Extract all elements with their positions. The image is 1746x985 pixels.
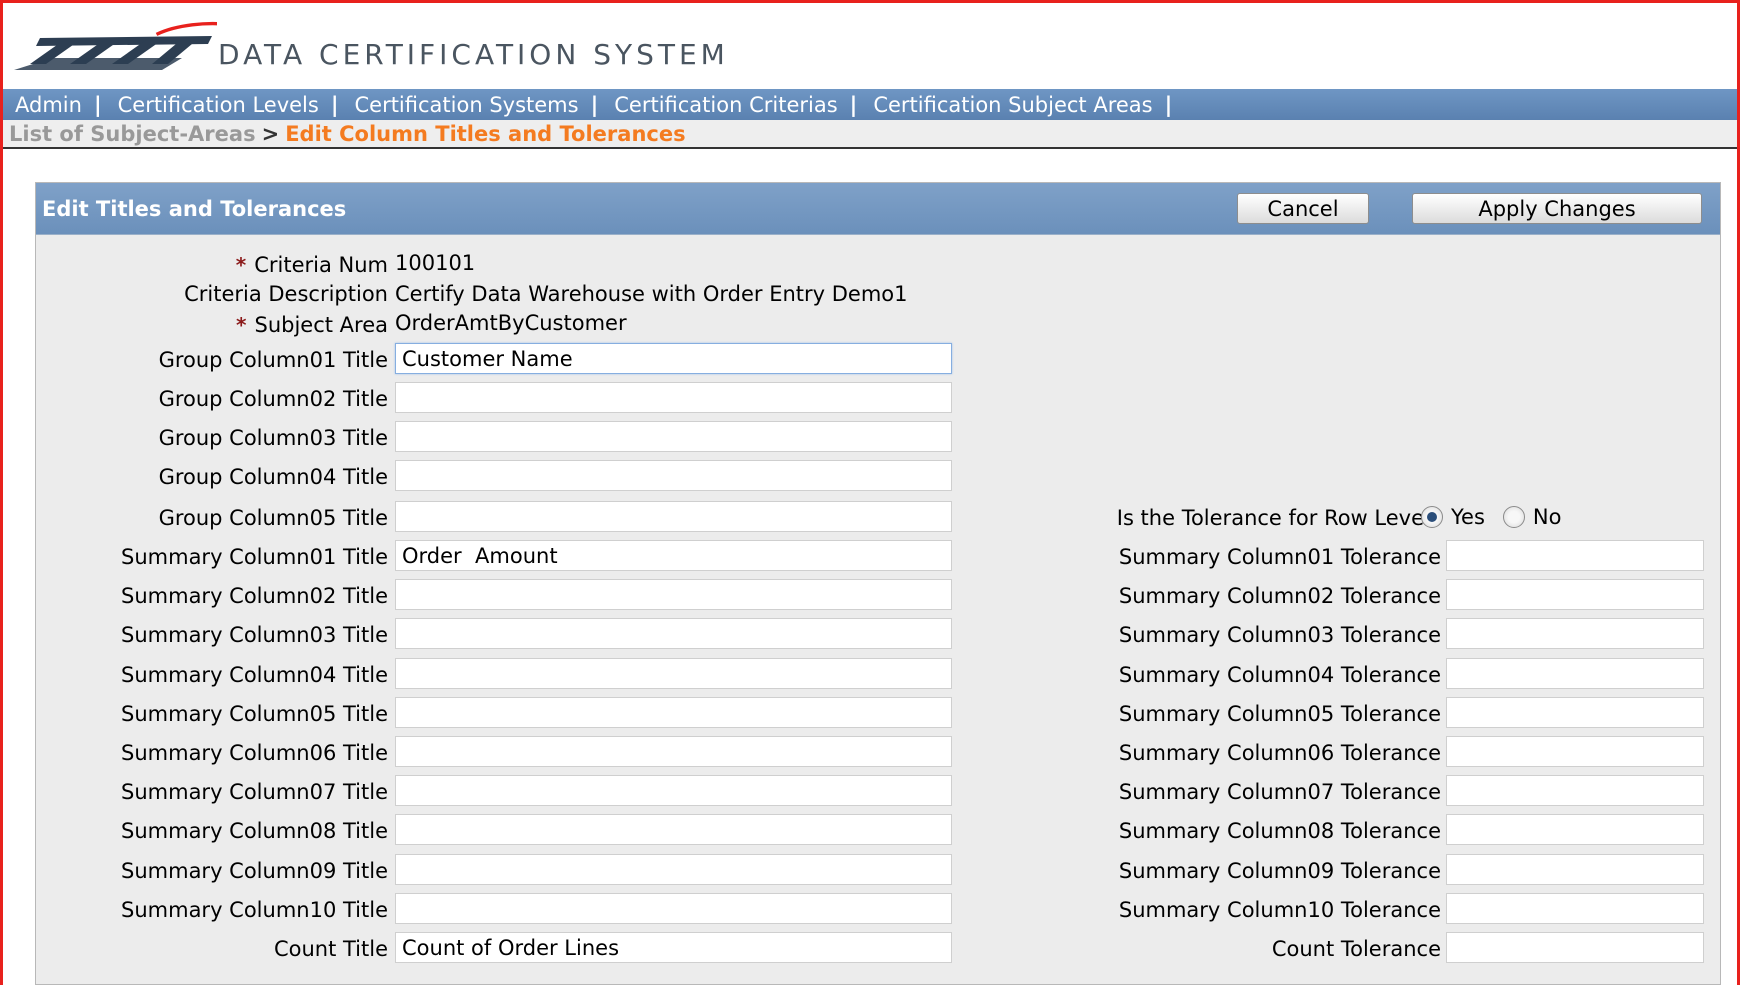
summary-column08-input[interactable] <box>395 814 952 846</box>
summary-column07-label: Summary Column07 Title <box>121 780 388 805</box>
subject-area-value: OrderAmtByCustomer <box>395 311 627 335</box>
row-level-yes-label: Yes <box>1451 505 1485 529</box>
group-column05-label: Group Column05 Title <box>158 506 388 530</box>
summary-column02-tolerance-input[interactable] <box>1446 579 1704 611</box>
summary-column06-input[interactable] <box>395 736 952 767</box>
dcs-logo <box>14 21 217 70</box>
criteria-num-label: * Criteria Num <box>235 253 388 277</box>
nav-separator: | <box>330 92 339 117</box>
summary-column04-tolerance-label: Summary Column04 Tolerance <box>1118 662 1441 687</box>
summary-column10-tolerance-label: Summary Column10 Tolerance <box>1118 897 1441 922</box>
breadcrumb-current: Edit Column Titles and Tolerances <box>285 121 686 146</box>
summary-column04-input[interactable] <box>395 657 952 689</box>
subject-area-label: * Subject Area <box>236 313 388 337</box>
group-column03-input[interactable] <box>395 421 952 452</box>
summary-column04-label: Summary Column04 Title <box>121 662 388 687</box>
summary-column01-tolerance-input[interactable] <box>1446 540 1704 571</box>
summary-column03-label: Summary Column03 Title <box>121 623 388 648</box>
criteria-description-label: Criteria Description <box>184 282 388 306</box>
row-level-no-radio[interactable] <box>1502 506 1525 528</box>
region-title: Edit Titles and Tolerances <box>42 197 347 221</box>
count-tolerance-label: Count Tolerance <box>1271 937 1441 961</box>
breadcrumb-parent-link[interactable]: List of Subject-Areas <box>9 122 256 146</box>
summary-column07-tolerance-label: Summary Column07 Tolerance <box>1118 780 1441 805</box>
nav-admin[interactable]: Admin <box>15 93 82 117</box>
summary-column09-label: Summary Column09 Title <box>121 858 388 883</box>
cancel-button[interactable]: Cancel <box>1237 193 1369 224</box>
summary-column08-tolerance-input[interactable] <box>1446 814 1704 846</box>
summary-column08-label: Summary Column08 Title <box>121 819 388 844</box>
nav-separator: | <box>1164 92 1173 117</box>
summary-column01-tolerance-label: Summary Column01 Tolerance <box>1118 545 1441 569</box>
nav-separator: | <box>590 92 599 117</box>
summary-column03-tolerance-input[interactable] <box>1446 618 1704 650</box>
group-column02-input[interactable] <box>395 382 952 413</box>
summary-column02-input[interactable] <box>395 579 952 611</box>
summary-column05-input[interactable] <box>395 696 952 728</box>
row-level-radio-group: Yes No <box>1421 505 1561 529</box>
summary-column01-input[interactable] <box>395 540 952 571</box>
summary-column02-tolerance-label: Summary Column02 Tolerance <box>1118 584 1441 609</box>
group-column01-input[interactable] <box>395 343 952 374</box>
summary-column09-input[interactable] <box>395 853 952 885</box>
summary-column10-tolerance-input[interactable] <box>1446 892 1704 924</box>
summary-column09-tolerance-label: Summary Column09 Tolerance <box>1118 858 1441 883</box>
count-tolerance-input[interactable] <box>1446 932 1704 963</box>
summary-column05-tolerance-input[interactable] <box>1446 696 1704 728</box>
nav-separator: | <box>93 92 102 117</box>
group-column03-label: Group Column03 Title <box>158 426 388 450</box>
summary-column07-input[interactable] <box>395 775 952 807</box>
count-title-input[interactable] <box>395 932 952 963</box>
row-level-no-label: No <box>1532 505 1562 529</box>
summary-column03-input[interactable] <box>395 618 952 650</box>
required-marker: * <box>235 253 247 277</box>
nav-certification-systems[interactable]: Certification Systems <box>354 93 578 117</box>
summary-column08-tolerance-label: Summary Column08 Tolerance <box>1118 819 1441 844</box>
row-level-yes-radio[interactable] <box>1421 506 1443 528</box>
breadcrumb: List of Subject-Areas > Edit Column Titl… <box>3 120 1737 149</box>
breadcrumb-separator: > <box>261 121 280 146</box>
summary-column05-tolerance-label: Summary Column05 Tolerance <box>1118 701 1441 726</box>
nav-certification-levels[interactable]: Certification Levels <box>118 93 319 117</box>
criteria-description-value: Certify Data Warehouse with Order Entry … <box>395 282 908 306</box>
criteria-num-value: 100101 <box>395 251 476 275</box>
group-column04-label: Group Column04 Title <box>158 465 388 489</box>
brand-title: DATA CERTIFICATION SYSTEM <box>218 38 729 71</box>
summary-column06-label: Summary Column06 Title <box>121 741 388 765</box>
count-title-label: Count Title <box>273 937 388 961</box>
nav-separator: | <box>849 92 858 117</box>
group-column05-input[interactable] <box>395 501 952 532</box>
required-marker: * <box>236 313 247 337</box>
summary-column05-label: Summary Column05 Title <box>121 701 388 726</box>
summary-column10-label: Summary Column10 Title <box>121 897 388 922</box>
row-level-label: Is the Tolerance for Row Level? <box>1116 506 1441 530</box>
summary-column03-tolerance-label: Summary Column03 Tolerance <box>1118 623 1441 648</box>
apply-changes-button[interactable]: Apply Changes <box>1412 193 1702 224</box>
region-header: Edit Titles and Tolerances Cancel Apply … <box>36 183 1720 235</box>
summary-column02-label: Summary Column02 Title <box>121 584 388 609</box>
summary-column01-label: Summary Column01 Title <box>121 545 388 569</box>
summary-column06-tolerance-label: Summary Column06 Tolerance <box>1118 741 1441 765</box>
summary-column07-tolerance-input[interactable] <box>1446 775 1704 807</box>
group-column02-label: Group Column02 Title <box>158 387 388 411</box>
summary-column04-tolerance-input[interactable] <box>1446 657 1704 689</box>
summary-column06-tolerance-input[interactable] <box>1446 736 1704 767</box>
summary-column09-tolerance-input[interactable] <box>1446 853 1704 885</box>
nav-certification-criterias[interactable]: Certification Criterias <box>614 93 837 117</box>
summary-column10-input[interactable] <box>395 892 952 924</box>
group-column01-label: Group Column01 Title <box>158 348 388 372</box>
group-column04-input[interactable] <box>395 460 952 491</box>
top-nav: Admin | Certification Levels | Certifica… <box>3 89 1737 120</box>
nav-certification-subject-areas[interactable]: Certification Subject Areas <box>873 93 1152 117</box>
